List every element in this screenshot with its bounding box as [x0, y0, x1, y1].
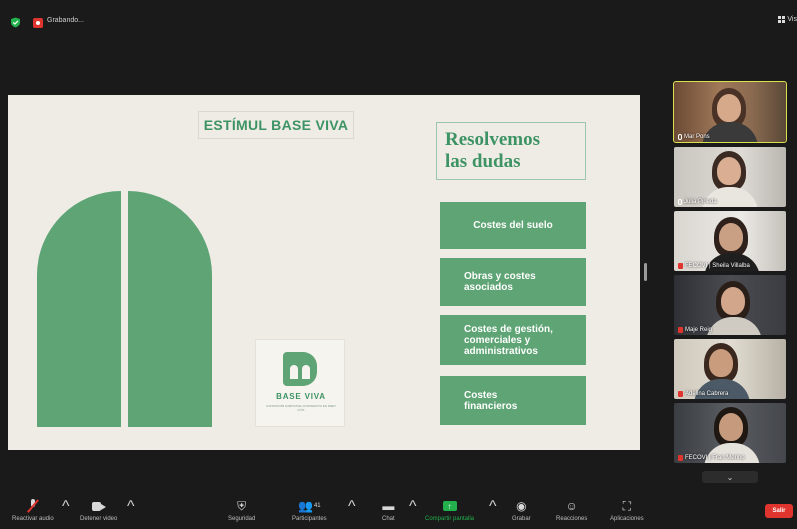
topic-costes-gestion: Costes de gestión, comerciales y adminis…: [440, 315, 586, 365]
topic-line: asociados: [464, 282, 513, 293]
participant-tile[interactable]: FECOVI | Sheila Villalba: [674, 211, 786, 271]
toolbar-label: Detener video: [80, 516, 118, 522]
logo-text: BASE VIVA: [276, 392, 326, 401]
record-button[interactable]: ◉ Grabar: [512, 498, 531, 522]
toolbar-label: Grabar: [512, 516, 531, 522]
grid-view-icon: [778, 16, 786, 23]
toolbar-label: Chat: [382, 516, 395, 522]
participant-name: Adelina Cabrera: [685, 391, 729, 397]
toolbar-label: Reacciones: [556, 516, 588, 522]
video-camera-icon: [91, 501, 106, 511]
topic-costes-suelo: Costes del suelo: [440, 202, 586, 249]
participant-tile[interactable]: Mar Pons: [673, 81, 787, 143]
share-options-caret-icon[interactable]: ^: [489, 498, 497, 516]
chat-button[interactable]: ▬ Chat: [382, 498, 395, 522]
record-icon: ◉: [516, 499, 527, 513]
arch-graphic-left: [37, 191, 121, 427]
microphone-icon: [678, 199, 682, 205]
security-button[interactable]: ⛨ Seguridad: [228, 498, 256, 523]
participant-name: Maje Reig: [685, 327, 713, 333]
slide-title: ESTÍMUL BASE VIVA: [198, 111, 354, 139]
slide-heading-line: las dudas: [445, 151, 521, 172]
toolbar-label: Seguridad: [228, 516, 256, 522]
view-label: Vis: [787, 16, 797, 23]
participants-options-caret-icon[interactable]: ^: [348, 498, 356, 516]
security-shield-icon[interactable]: [10, 17, 21, 28]
leave-meeting-button[interactable]: Salir: [765, 504, 793, 518]
participant-name: Mar Pons: [684, 134, 710, 140]
recording-label: Grabando...: [47, 17, 84, 24]
topic-line: financieros: [464, 400, 518, 412]
toolbar-label: Reactivar audio: [12, 516, 54, 522]
more-participants-button[interactable]: ⌄: [702, 471, 758, 483]
participants-count: 41: [313, 503, 321, 509]
microphone-muted-icon: [678, 327, 683, 333]
panel-resize-handle[interactable]: [644, 263, 647, 281]
chat-bubble-icon: ▬: [382, 499, 395, 513]
chat-options-caret-icon[interactable]: ^: [409, 498, 417, 516]
participant-name: FECOVI | Sheila Villalba: [685, 263, 750, 269]
microphone-icon: [678, 134, 682, 140]
slide-heading-box: Resolvemos las dudas: [436, 122, 586, 180]
toolbar-label: Aplicaciones: [610, 516, 644, 522]
topic-costes-financieros: Costes financieros: [440, 376, 586, 425]
shield-icon: ⛨: [237, 498, 247, 513]
microphone-muted-icon: [678, 263, 683, 269]
share-screen-button[interactable]: ↑ Compartir pantalla: [425, 498, 474, 522]
reactions-button[interactable]: ☺ Reacciones: [556, 498, 587, 522]
arch-graphic-right: [128, 191, 212, 427]
base-viva-logo: BASE VIVA CONSTRUÏM HABITATGE COOPERATIU…: [255, 339, 345, 427]
unmute-audio-button[interactable]: Reactivar audio: [12, 498, 54, 522]
zoom-meeting-window: Grabando... Vis ESTÍMUL BASE VIVA BASE V…: [0, 0, 797, 529]
topic-line: Obras y costes: [464, 271, 536, 282]
apps-button[interactable]: ⛶ Aplicaciones: [610, 498, 644, 523]
microphone-muted-icon: [678, 455, 683, 461]
top-bar: Grabando... Vis: [0, 0, 797, 40]
meeting-toolbar: Reactivar audio ^ Detener video ^ ⛨ Segu…: [0, 494, 797, 529]
microphone-muted-icon: [678, 391, 683, 397]
chevron-down-icon: ⌄: [726, 472, 734, 482]
participant-tile[interactable]: Julia Pineda: [674, 147, 786, 207]
participants-icon: 👥: [298, 499, 313, 513]
share-screen-icon: ↑: [442, 501, 457, 511]
topic-line: Costes del suelo: [473, 220, 553, 231]
view-button[interactable]: Vis: [778, 16, 797, 23]
base-viva-logo-mark: [283, 352, 317, 386]
participant-tile[interactable]: FECOVI | Fran Merino: [674, 403, 786, 463]
topic-line: comerciales y: [464, 334, 531, 346]
participants-button[interactable]: 👥 41 Participantes: [292, 498, 327, 522]
topic-line: Costes: [464, 389, 498, 401]
topic-line: Costes de gestión,: [464, 323, 553, 335]
participant-name: Julia Pineda: [684, 199, 717, 205]
shared-screen-slide: ESTÍMUL BASE VIVA BASE VIVA CONSTRUÏM HA…: [8, 95, 640, 450]
slide-heading-line: Resolvemos: [445, 129, 540, 150]
microphone-muted-icon: [26, 499, 39, 513]
topic-obras-costes: Obras y costes asociados: [440, 258, 586, 306]
video-options-caret-icon[interactable]: ^: [127, 498, 135, 516]
participant-name: FECOVI | Fran Merino: [685, 455, 745, 461]
stop-video-button[interactable]: Detener video: [80, 498, 117, 522]
recording-icon[interactable]: [33, 18, 43, 28]
logo-subtext: CONSTRUÏM HABITATGE COOPERATIU EN DRET D…: [266, 404, 337, 412]
audio-options-caret-icon[interactable]: ^: [62, 498, 70, 516]
toolbar-label: Participantes: [292, 516, 327, 522]
participant-tile[interactable]: Adelina Cabrera: [674, 339, 786, 399]
apps-icon: ⛶: [622, 498, 632, 513]
participant-tile[interactable]: Maje Reig: [674, 275, 786, 335]
topic-line: administrativos: [464, 345, 538, 357]
reactions-icon: ☺: [565, 499, 578, 513]
toolbar-label: Compartir pantalla: [425, 516, 475, 522]
